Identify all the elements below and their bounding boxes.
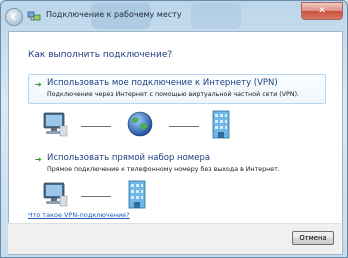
- option-vpn[interactable]: ➔ Использовать мое подключение к Интерне…: [28, 74, 326, 104]
- connection-line: [81, 126, 111, 127]
- footer-bar: Отмена: [8, 223, 341, 254]
- dialog-content: Как выполнить подключение? ➔ Использоват…: [8, 31, 343, 255]
- dial-up-diagram: [41, 180, 151, 210]
- option-description: Подключение через Интернет с помощью вир…: [47, 91, 300, 98]
- option-title: Использовать мое подключение к Интернету…: [47, 78, 278, 88]
- cancel-button[interactable]: Отмена: [292, 231, 334, 245]
- close-button[interactable]: ✕: [301, 2, 343, 20]
- page-heading: Как выполнить подключение?: [28, 50, 173, 60]
- computer-icon: [43, 182, 68, 207]
- vpn-diagram: [41, 110, 231, 140]
- title-bar: Подключение к рабочему месту ✕: [1, 1, 347, 31]
- connection-line: [169, 126, 199, 127]
- window-title: Подключение к рабочему месту: [46, 10, 182, 19]
- computer-icon: [43, 112, 68, 137]
- close-icon: ✕: [318, 6, 326, 16]
- back-arrow-icon: [10, 13, 16, 21]
- green-arrow-icon: ➔: [35, 80, 42, 89]
- internet-globe-icon: [127, 111, 153, 137]
- window-frame: Подключение к рабочему месту ✕ Как выпол…: [0, 0, 348, 258]
- connection-line: [81, 196, 111, 197]
- green-arrow-icon: ➔: [35, 155, 42, 164]
- office-server-icon: [212, 110, 230, 139]
- back-button[interactable]: [5, 8, 23, 26]
- option-title: Использовать прямой набор номера: [47, 153, 211, 163]
- office-server-icon: [128, 180, 146, 209]
- option-dial-up[interactable]: ➔ Использовать прямой набор номера Прямо…: [28, 149, 326, 179]
- option-description: Прямое подключение к телефонному номеру …: [47, 166, 280, 173]
- help-link-vpn[interactable]: Что такое VPN-подключение?: [28, 211, 130, 219]
- network-connection-icon: [27, 11, 41, 21]
